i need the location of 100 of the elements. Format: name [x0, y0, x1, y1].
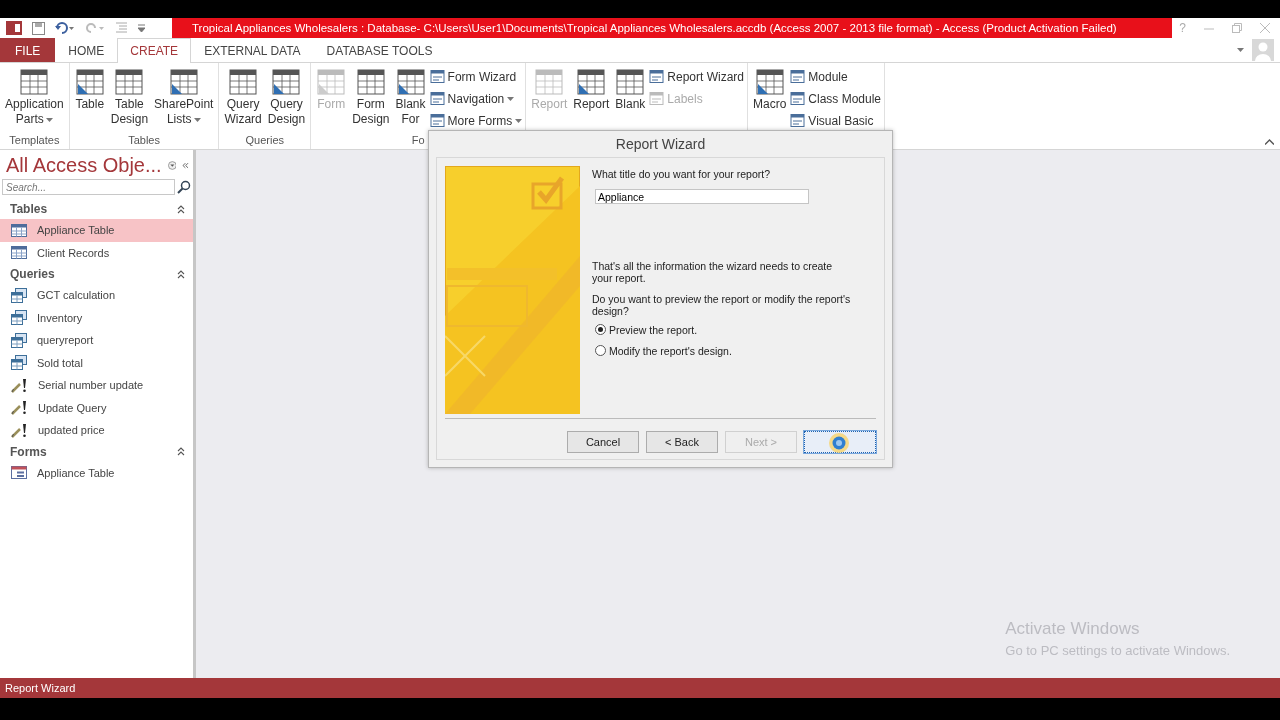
table-icon [271, 67, 302, 97]
question-text: Do you want to preview the report or modify the report's design? [592, 293, 852, 317]
ribbon-button[interactable]: Visual Basic [790, 111, 882, 130]
ribbon-button[interactable]: Navigation [429, 89, 523, 108]
dialog-title: Report Wizard [614, 135, 707, 154]
window-title: Tropical Appliances Wholesalers : Database- C:\Users\User1\Documents\Tropical Appliances Wholesalers.accdb (Access 2007 - 2013 file format) - Access (Product Activation Failed) [172, 18, 1172, 38]
nav-item[interactable]: Inventory [0, 306, 193, 329]
nav-item[interactable]: Client Records [0, 241, 193, 264]
query-icon [11, 355, 27, 371]
radio-button[interactable] [595, 324, 606, 335]
table-icon [74, 67, 105, 97]
ribbon-tab[interactable]: DATABASE TOOLS [313, 38, 446, 62]
nav-section-header[interactable]: Forms [10, 444, 47, 459]
form-icon [429, 113, 445, 128]
search-icon[interactable] [177, 180, 191, 194]
form-icon [649, 91, 665, 106]
table-icon [228, 67, 259, 97]
ribbon-button[interactable]: SharePoint Lists [152, 63, 216, 133]
account-caret-icon [1237, 48, 1244, 52]
ribbon-button[interactable]: Report Wizard [649, 67, 744, 86]
form-icon [429, 91, 445, 106]
search-field[interactable]: Search... [2, 179, 175, 195]
nav-section-header[interactable]: Tables [10, 202, 48, 216]
table-icon [316, 67, 347, 97]
report-title-field[interactable]: Appliance [595, 189, 809, 204]
ribbon-tab[interactable]: HOME [55, 38, 118, 62]
table-icon [395, 67, 426, 97]
dropdown-icon[interactable] [167, 159, 177, 172]
radio-button[interactable] [595, 345, 606, 356]
ribbon-tab[interactable]: FILE [0, 38, 56, 62]
form-icon [11, 466, 27, 480]
ribbon-button[interactable]: Module [790, 67, 882, 86]
dialog-button[interactable]: < Back [646, 431, 718, 453]
collapse-icon[interactable] [177, 204, 185, 214]
nav-item[interactable]: Update Query [0, 396, 193, 419]
nav-section-header[interactable]: Queries [10, 267, 55, 281]
ribbon-group-label: Tables [127, 133, 161, 148]
nav-item[interactable]: Appliance Table [0, 461, 193, 484]
table-icon [114, 67, 145, 97]
dialog-button[interactable]: Cancel [567, 431, 639, 453]
nav-item[interactable]: updated price [0, 419, 193, 442]
ribbon-button[interactable]: Application Parts [3, 63, 66, 133]
caret-icon [507, 96, 515, 101]
form-icon [649, 69, 665, 84]
save-icon[interactable] [32, 21, 45, 35]
undo-icon[interactable] [55, 22, 75, 34]
table-icon [19, 67, 50, 97]
table-icon [576, 67, 607, 97]
ribbon-group-label: Queries [244, 133, 286, 148]
ribbon-button[interactable]: Table [72, 63, 107, 133]
table-icon [754, 67, 785, 97]
ribbon-tab[interactable]: EXTERNAL DATA [191, 38, 314, 62]
access-logo-icon [6, 21, 22, 35]
ribbon-button[interactable]: Table Design [108, 63, 151, 133]
nav-item[interactable]: Sold total [0, 351, 193, 374]
query-icon [11, 310, 27, 326]
customize-icon[interactable] [138, 24, 145, 32]
ribbon-button[interactable]: Class Module [790, 89, 882, 108]
query-icon [11, 287, 27, 303]
query-icon [11, 332, 27, 348]
caret-icon [45, 117, 53, 122]
radio-label[interactable]: Preview the report. [609, 323, 698, 336]
form-icon [790, 91, 806, 106]
table-icon [11, 246, 27, 260]
collapse-ribbon-icon[interactable] [1265, 139, 1274, 145]
ribbon-button[interactable]: Form Wizard [429, 67, 523, 86]
question-text: What title do you want for your report? [592, 168, 771, 180]
form-icon [429, 69, 445, 84]
pencil-exclamation-icon [11, 400, 28, 416]
nav-item[interactable]: GCT calculation [0, 284, 193, 307]
caret-icon [193, 117, 201, 122]
ribbon-button[interactable]: Form Design [350, 63, 392, 133]
collapse-icon[interactable] [177, 269, 185, 279]
cursor-highlight-icon [828, 432, 850, 454]
table-icon [615, 67, 646, 97]
collapse-pane-icon[interactable] [182, 161, 189, 170]
radio-label[interactable]: Modify the report's design. [609, 344, 732, 357]
table-icon [168, 67, 199, 97]
ribbon-button[interactable]: Blank For [393, 63, 428, 133]
collapse-icon[interactable] [177, 447, 185, 456]
table-icon [355, 67, 386, 97]
caret-icon [515, 118, 523, 123]
nav-item[interactable]: queryreport [0, 329, 193, 352]
status-text: Report Wizard [5, 682, 76, 694]
ribbon-tab[interactable]: CREATE [117, 38, 192, 63]
ribbon-button[interactable]: Query Wizard [222, 63, 264, 133]
table-icon [534, 67, 565, 97]
ribbon-group-label: Templates [8, 133, 61, 148]
ribbon-group-label: Fo [410, 133, 426, 148]
pencil-exclamation-icon [11, 422, 28, 438]
nav-item[interactable]: Appliance Table [0, 219, 193, 242]
info-text: That's all the information the wizard needs to create your report. [592, 260, 834, 284]
table-icon [11, 223, 27, 237]
pencil-exclamation-icon [11, 377, 28, 393]
form-icon [790, 69, 806, 84]
nav-pane-title: All Access Obje... [6, 154, 162, 177]
ribbon-button[interactable]: Query Design [265, 63, 308, 133]
ribbon-button[interactable]: More Forms [429, 111, 523, 130]
form-icon [790, 113, 806, 128]
nav-item[interactable]: Serial number update [0, 374, 193, 397]
